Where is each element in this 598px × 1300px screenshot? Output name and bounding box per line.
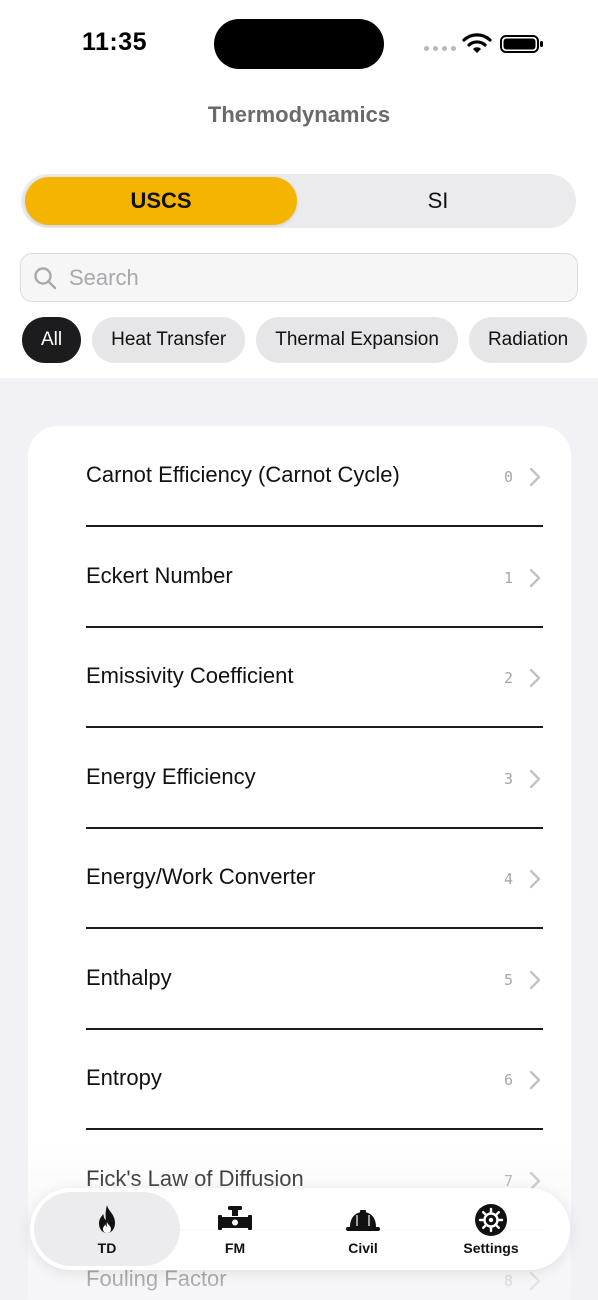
search-bar — [20, 253, 578, 302]
list-item-index: 3 — [503, 770, 513, 788]
list-item[interactable]: Carnot Efficiency (Carnot Cycle) 0 — [28, 426, 571, 527]
tab-settings[interactable]: Settings — [418, 1192, 564, 1266]
list-item-index: 1 — [503, 569, 513, 587]
chevron-right-icon — [529, 1271, 541, 1291]
list-item-label: Energy Efficiency — [86, 764, 256, 789]
filter-chip-all[interactable]: All — [22, 317, 82, 363]
list-item-label: Energy/Work Converter — [86, 864, 316, 889]
dynamic-island — [214, 19, 384, 69]
segment-uscs[interactable]: USCS — [25, 177, 297, 225]
formula-list: Carnot Efficiency (Carnot Cycle) 0 Ecker… — [28, 426, 571, 1300]
tab-label: Settings — [463, 1240, 519, 1256]
list-item[interactable]: Enthalpy 5 — [28, 929, 571, 1030]
list-item-index: 0 — [503, 468, 513, 486]
page-title: Thermodynamics — [207, 102, 391, 127]
tab-bar: TD FM Civil Settings — [30, 1188, 570, 1270]
battery-icon — [500, 35, 543, 53]
filter-chip-thermal-expansion[interactable]: Thermal Expansion — [256, 317, 458, 363]
list-item[interactable]: Energy/Work Converter 4 — [28, 828, 571, 929]
list-item-label: Enthalpy — [86, 965, 172, 990]
filter-chips: All Heat Transfer Thermal Expansion Radi… — [22, 317, 588, 363]
list-item[interactable]: Energy Efficiency 3 — [28, 728, 571, 829]
list-item-index: 8 — [503, 1272, 513, 1290]
list-item-index: 2 — [503, 669, 513, 687]
filter-chip-radiation[interactable]: Radiation — [468, 317, 588, 363]
hard-hat-icon — [346, 1210, 380, 1231]
list-item-label: Carnot Efficiency (Carnot Cycle) — [86, 462, 400, 487]
list-item-index: 4 — [503, 870, 513, 888]
gear-icon — [475, 1204, 507, 1236]
chevron-right-icon — [529, 568, 541, 588]
list-item-index: 6 — [503, 1071, 513, 1089]
cellular-signal-icon — [424, 46, 456, 51]
chevron-right-icon — [529, 467, 541, 487]
tab-label: FM — [224, 1240, 246, 1256]
tab-fm[interactable]: FM — [162, 1192, 308, 1266]
wifi-icon — [462, 33, 492, 53]
list-item-index: 5 — [503, 971, 513, 989]
list-item-label: Entropy — [86, 1065, 162, 1090]
pipe-valve-icon — [218, 1206, 252, 1230]
list-item[interactable]: Entropy 6 — [28, 1029, 571, 1130]
header-area: 11:35 Thermodynamics USCS SI All Heat Tr… — [0, 0, 598, 378]
chevron-right-icon — [529, 970, 541, 990]
list-item-label: Emissivity Coefficient — [86, 663, 294, 688]
list-item[interactable]: Emissivity Coefficient 2 — [28, 627, 571, 728]
chevron-right-icon — [529, 1070, 541, 1090]
flame-icon — [99, 1205, 115, 1233]
unit-segmented-control: USCS SI — [21, 174, 576, 228]
list-item[interactable]: Eckert Number 1 — [28, 527, 571, 628]
chevron-right-icon — [529, 668, 541, 688]
chevron-right-icon — [529, 769, 541, 789]
segment-si[interactable]: SI — [303, 177, 573, 225]
list-item-label: Eckert Number — [86, 563, 233, 588]
status-time: 11:35 — [82, 28, 148, 56]
tab-civil[interactable]: Civil — [290, 1192, 436, 1266]
search-icon — [34, 267, 57, 290]
tab-td[interactable]: TD — [34, 1192, 180, 1266]
chevron-right-icon — [529, 869, 541, 889]
tab-label: Civil — [348, 1240, 378, 1256]
search-input[interactable] — [69, 256, 559, 299]
filter-chip-heat-transfer[interactable]: Heat Transfer — [92, 317, 246, 363]
tab-label: TD — [97, 1240, 117, 1256]
